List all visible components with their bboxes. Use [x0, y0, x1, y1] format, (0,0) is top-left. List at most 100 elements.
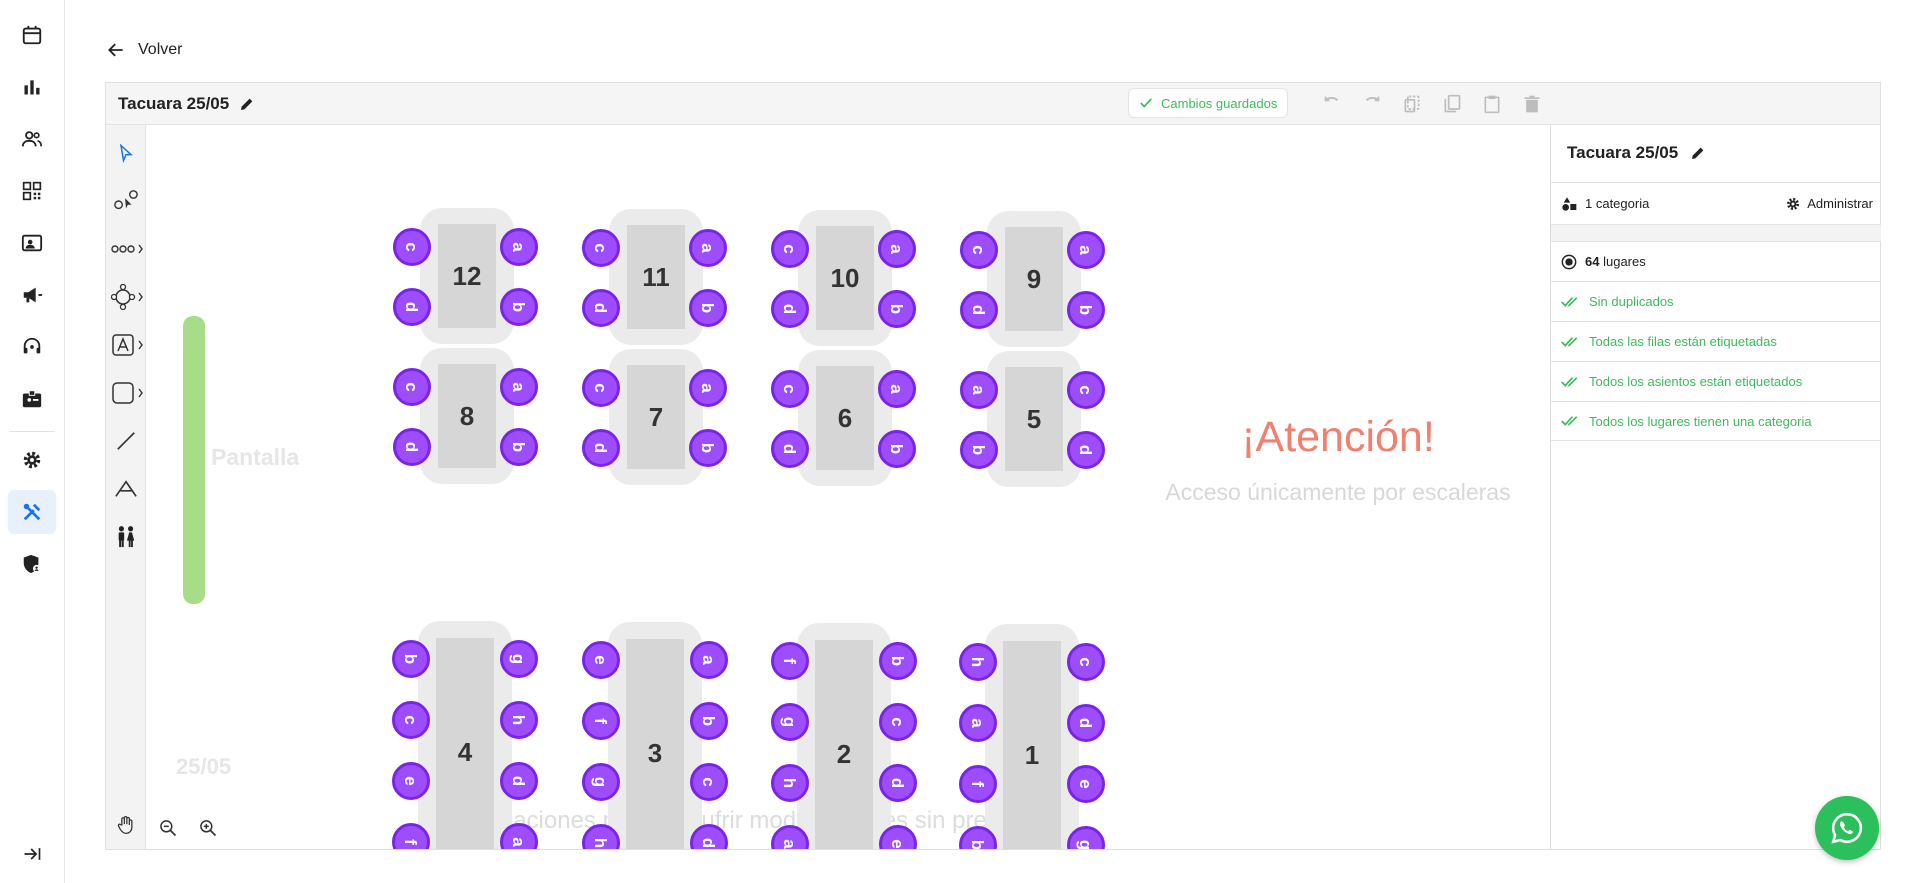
megaphone-icon[interactable]: [8, 273, 56, 317]
undo-icon[interactable]: [1320, 92, 1344, 116]
seat[interactable]: e: [1067, 765, 1105, 803]
delete-icon[interactable]: [1520, 92, 1544, 116]
seat[interactable]: g: [500, 640, 538, 678]
table-7[interactable]: 7 c a d b: [582, 349, 727, 485]
bar-chart-icon[interactable]: [8, 65, 56, 109]
seat[interactable]: c: [392, 701, 430, 739]
redo-icon[interactable]: [1360, 92, 1384, 116]
seat[interactable]: c: [960, 231, 998, 269]
seat[interactable]: a: [1067, 231, 1105, 269]
restroom-icon[interactable]: [110, 521, 142, 553]
collapse-icon[interactable]: [8, 832, 56, 876]
table-10[interactable]: 10 c a d b: [771, 210, 916, 346]
seat[interactable]: h: [959, 643, 997, 681]
seat[interactable]: e: [582, 641, 620, 679]
copy-icon[interactable]: [1440, 92, 1464, 116]
seat[interactable]: c: [393, 228, 431, 266]
seat[interactable]: c: [582, 369, 620, 407]
pencil-icon[interactable]: [1690, 145, 1706, 161]
seat[interactable]: c: [690, 763, 728, 801]
line-icon[interactable]: [110, 425, 142, 457]
shape-icon[interactable]: [110, 377, 146, 409]
seat[interactable]: d: [582, 429, 620, 467]
seat[interactable]: a: [689, 229, 727, 267]
seat[interactable]: b: [500, 288, 538, 326]
calendar-icon[interactable]: [8, 13, 56, 57]
seat[interactable]: a: [959, 704, 997, 742]
seat[interactable]: d: [771, 290, 809, 328]
tools-icon[interactable]: [8, 490, 56, 534]
table-9[interactable]: 9 c a d b: [960, 211, 1105, 347]
seat[interactable]: b: [500, 428, 538, 466]
contact-card-icon[interactable]: [8, 221, 56, 265]
seat[interactable]: b: [878, 430, 916, 468]
seat[interactable]: c: [1067, 371, 1105, 409]
seat[interactable]: a: [771, 825, 809, 850]
seat[interactable]: f: [771, 642, 809, 680]
seat[interactable]: d: [1067, 704, 1105, 742]
round-table-icon[interactable]: [110, 281, 146, 313]
seat[interactable]: c: [771, 370, 809, 408]
seat[interactable]: d: [771, 430, 809, 468]
table-11[interactable]: 11 c a d b: [582, 209, 727, 345]
seat-map[interactable]: Pantalla 25/05 ¡Atención! Acceso únicame…: [147, 126, 1556, 849]
paste-icon[interactable]: [1480, 92, 1504, 116]
pencil-icon[interactable]: [239, 96, 255, 112]
duplicate-icon[interactable]: [1400, 92, 1424, 116]
seat-row-icon[interactable]: [110, 233, 146, 265]
qr-code-icon[interactable]: [8, 169, 56, 213]
seat[interactable]: d: [582, 289, 620, 327]
table-8[interactable]: 8 c a d b: [393, 348, 538, 484]
support-agent-icon[interactable]: [8, 325, 56, 369]
seat[interactable]: d: [393, 428, 431, 466]
seat[interactable]: a: [500, 823, 538, 850]
seat-map-canvas[interactable]: Pantalla 25/05 ¡Atención! Acceso únicame…: [147, 126, 1556, 849]
people-icon[interactable]: [8, 117, 56, 161]
seat[interactable]: e: [392, 762, 430, 800]
seat[interactable]: b: [689, 289, 727, 327]
table-12[interactable]: 12 c a d b: [393, 208, 538, 344]
badge-icon[interactable]: [8, 377, 56, 421]
seat[interactable]: d: [960, 291, 998, 329]
seat[interactable]: c: [393, 368, 431, 406]
table-6[interactable]: 6 c a d b: [771, 350, 916, 486]
zoom-in-icon[interactable]: [196, 816, 220, 840]
seat[interactable]: g: [582, 763, 620, 801]
seat[interactable]: f: [582, 702, 620, 740]
gear-icon[interactable]: [8, 438, 56, 482]
seat[interactable]: b: [392, 640, 430, 678]
back-button[interactable]: Volver: [106, 40, 182, 60]
seat-select-icon[interactable]: [110, 185, 142, 217]
seat[interactable]: g: [771, 703, 809, 741]
seat[interactable]: c: [771, 230, 809, 268]
screen-bar[interactable]: [183, 316, 205, 604]
table-5[interactable]: 5 a c b d: [960, 351, 1105, 487]
seat[interactable]: b: [1067, 291, 1105, 329]
text-label-icon[interactable]: [110, 329, 146, 361]
seat[interactable]: e: [879, 825, 917, 850]
security-icon[interactable]: [8, 542, 56, 586]
seat[interactable]: a: [878, 230, 916, 268]
seat[interactable]: c: [879, 703, 917, 741]
seat[interactable]: h: [500, 701, 538, 739]
seat[interactable]: f: [959, 765, 997, 803]
manage-button[interactable]: Administrar: [1785, 196, 1873, 212]
seat[interactable]: a: [689, 369, 727, 407]
select-cursor-icon[interactable]: [110, 137, 142, 169]
seat[interactable]: c: [582, 229, 620, 267]
seat[interactable]: d: [500, 762, 538, 800]
seat[interactable]: b: [689, 429, 727, 467]
seat[interactable]: b: [960, 431, 998, 469]
seat[interactable]: d: [690, 824, 728, 850]
text-icon[interactable]: [110, 473, 142, 505]
seat[interactable]: a: [690, 641, 728, 679]
seat[interactable]: b: [878, 290, 916, 328]
seat[interactable]: d: [879, 764, 917, 802]
seat[interactable]: a: [878, 370, 916, 408]
pan-hand-icon[interactable]: [110, 809, 142, 841]
seat[interactable]: b: [879, 642, 917, 680]
seat[interactable]: b: [959, 826, 997, 850]
seat[interactable]: h: [771, 764, 809, 802]
seat[interactable]: a: [960, 371, 998, 409]
seat[interactable]: a: [500, 228, 538, 266]
